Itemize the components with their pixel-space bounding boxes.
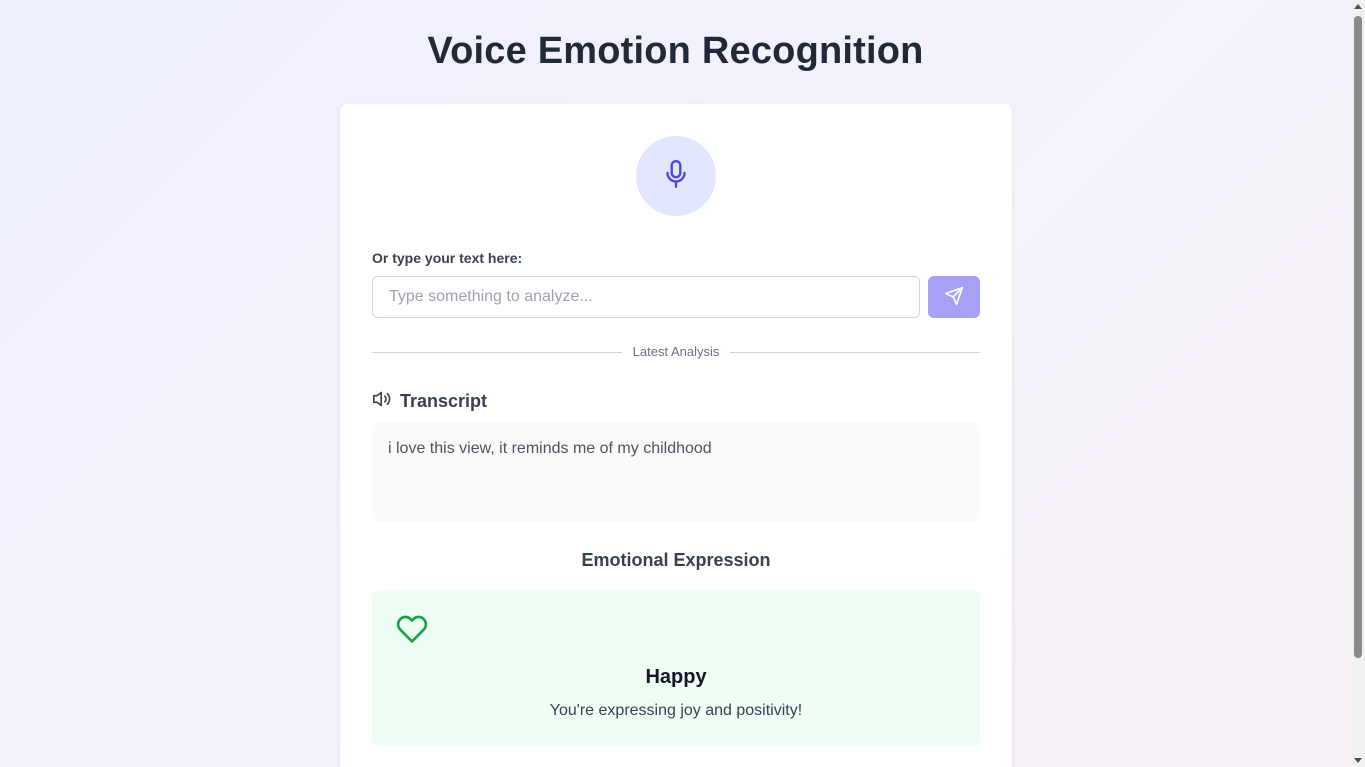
transcript-heading-label: Transcript bbox=[400, 390, 488, 411]
send-button[interactable] bbox=[928, 276, 980, 318]
emotion-heading: Emotional Expression bbox=[581, 550, 771, 570]
heart-icon bbox=[396, 614, 428, 649]
speaker-icon bbox=[372, 390, 392, 413]
section-divider: Latest Analysis bbox=[372, 342, 980, 362]
page-title: Voice Emotion Recognition bbox=[427, 30, 924, 72]
page: Voice Emotion Recognition Or type your t… bbox=[0, 0, 1351, 767]
scrollbar-thumb[interactable] bbox=[1354, 16, 1362, 658]
analysis-card: Or type your text here: Latest Analysis bbox=[340, 104, 1012, 767]
page-scrollbar[interactable] bbox=[1351, 0, 1365, 767]
emotion-result-card: Happy You're expressing joy and positivi… bbox=[372, 590, 980, 746]
microphone-icon bbox=[663, 159, 689, 194]
transcript-text: i love this view, it reminds me of my ch… bbox=[372, 422, 980, 522]
record-button[interactable] bbox=[636, 136, 716, 216]
text-input[interactable] bbox=[372, 276, 920, 318]
text-input-label: Or type your text here: bbox=[372, 250, 523, 266]
divider-line-right bbox=[730, 352, 980, 353]
scroll-down-arrow[interactable] bbox=[1354, 758, 1362, 763]
transcript-heading: Transcript bbox=[372, 390, 487, 412]
scroll-up-arrow[interactable] bbox=[1354, 4, 1362, 9]
emotion-name: Happy bbox=[645, 666, 707, 688]
emotion-description: You're expressing joy and positivity! bbox=[549, 702, 803, 719]
send-icon bbox=[944, 286, 964, 309]
